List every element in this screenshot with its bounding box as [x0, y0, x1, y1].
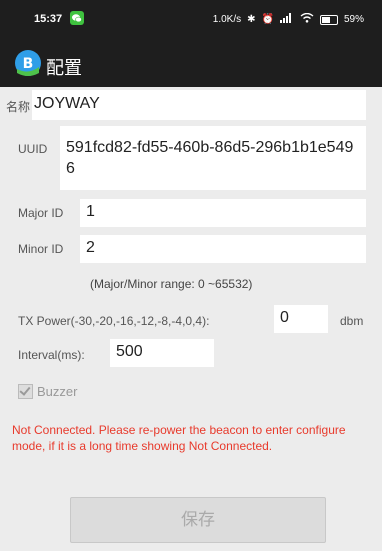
svg-text:B: B	[23, 56, 34, 72]
uuid-field[interactable]: 591fcd82-fd55-460b-86d5-296b1b1e5496	[60, 126, 366, 190]
app-logo-icon: B	[14, 49, 42, 77]
name-field[interactable]: JOYWAY	[32, 90, 366, 120]
minor-id-label: Minor ID	[18, 242, 64, 256]
minor-id-value: 2	[86, 239, 95, 256]
wifi-icon	[300, 12, 314, 26]
tx-power-unit: dbm	[340, 314, 364, 328]
name-label: 名称	[6, 100, 31, 114]
range-hint: (Major/Minor range: 0 ~65532)	[90, 277, 253, 291]
major-id-value: 1	[86, 203, 95, 220]
bluetooth-icon: ✱	[247, 14, 256, 25]
minor-id-field[interactable]: 2	[80, 235, 366, 263]
signal-icon	[279, 13, 294, 26]
app-bar: B 配置	[0, 40, 382, 87]
tx-power-label: TX Power(-30,-20,-16,-12,-8,-4,0,4):	[18, 314, 210, 328]
status-bar: 15:37 1.0K/s ✱ ⏰ 59%	[0, 0, 382, 40]
connection-status-message: Not Connected. Please re-power the beaco…	[12, 423, 346, 453]
buzzer-checkbox[interactable]: Buzzer	[18, 384, 77, 399]
interval-value: 500	[116, 343, 143, 360]
network-speed: 1.0K/s	[212, 14, 242, 25]
battery-icon	[319, 14, 338, 25]
major-id-label: Major ID	[18, 206, 64, 220]
save-button[interactable]: 保存	[70, 497, 326, 543]
tx-power-value: 0	[280, 309, 289, 326]
buzzer-label: Buzzer	[37, 384, 78, 399]
tx-power-field[interactable]: 0	[274, 305, 328, 333]
interval-field[interactable]: 500	[110, 339, 214, 367]
uuid-value: 591fcd82-fd55-460b-86d5-296b1b1e5496	[66, 139, 354, 177]
status-indicators: 1.0K/s ✱ ⏰ 59%	[212, 12, 364, 26]
alarm-icon: ⏰	[261, 14, 274, 25]
uuid-label: UUID	[18, 142, 48, 156]
interval-label: Interval(ms):	[18, 348, 85, 362]
name-value: JOYWAY	[34, 95, 100, 112]
status-time: 15:37	[34, 13, 63, 25]
major-id-field[interactable]: 1	[80, 199, 366, 227]
page-title: 配置	[46, 58, 82, 78]
battery-level: 59%	[343, 14, 364, 25]
wechat-notification-icon	[70, 11, 84, 25]
checkbox-checked-icon	[18, 384, 33, 399]
